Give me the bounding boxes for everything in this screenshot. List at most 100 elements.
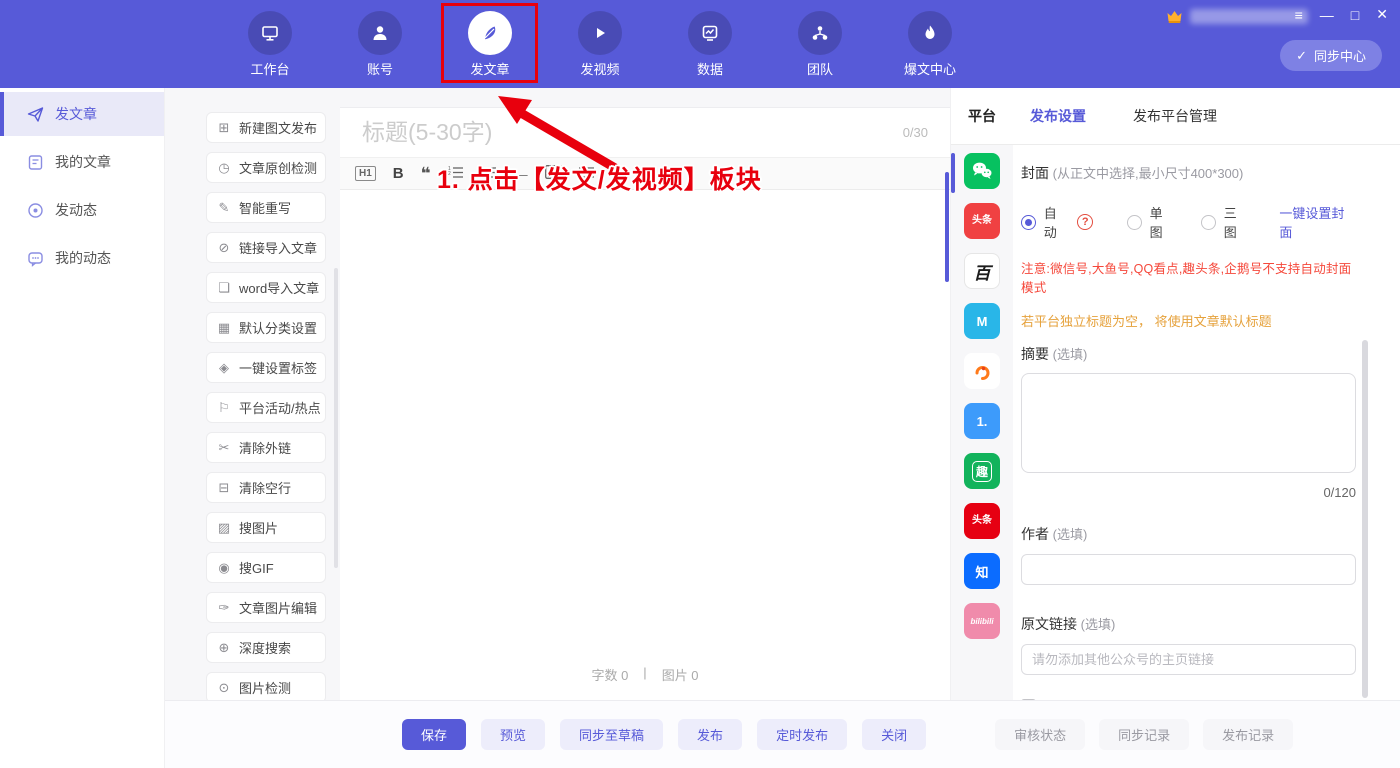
sidebar-item-my-moments[interactable]: 我的动态	[0, 236, 164, 280]
blockquote-icon[interactable]: ❝	[421, 169, 431, 179]
nav-item-team[interactable]: 团队	[765, 11, 875, 78]
smart-rewrite-icon: ✎	[217, 200, 231, 216]
publish-form: 发布设置 发布平台管理 封面 (从正文中选择,最小尺寸400*300) 自动 ?…	[1013, 88, 1400, 700]
tag-icon: ◈	[217, 360, 231, 376]
platform-glyph: 百	[974, 259, 991, 284]
platform-zhihu-icon[interactable]: 知	[964, 553, 1000, 589]
sidebar-item-label: 发动态	[55, 200, 97, 220]
sync-to-draft-button[interactable]: 同步至草稿	[560, 719, 663, 750]
source-link-input[interactable]	[1021, 644, 1356, 675]
sidebar-item-my-articles[interactable]: 我的文章	[0, 140, 164, 184]
tool-set-tags-button[interactable]: ◈一键设置标签	[206, 352, 326, 383]
platform-yidian-icon[interactable]: 1.	[964, 403, 1000, 439]
editor-scrollbar[interactable]	[945, 172, 949, 282]
tool-image-editor-button[interactable]: ✑文章图片编辑	[206, 592, 326, 623]
tool-deep-search-button[interactable]: ⊕深度搜索	[206, 632, 326, 663]
tool-image-check-button[interactable]: ⊙图片检测	[206, 672, 326, 703]
nav-item-publish-video[interactable]: 发视频	[545, 11, 655, 78]
radio-single-image[interactable]	[1127, 215, 1142, 230]
platform-qutoutiao-icon[interactable]: 趣	[964, 453, 1000, 489]
summary-textarea[interactable]	[1021, 373, 1356, 473]
platform-toutiao-icon[interactable]: 头条	[964, 203, 1000, 239]
radio-three-images-label[interactable]: 三图	[1224, 203, 1250, 241]
tool-search-gif-button[interactable]: ◉搜GIF	[206, 552, 326, 583]
nav-item-hot-center[interactable]: 爆文中心	[875, 11, 985, 78]
tool-label: 智能重写	[239, 198, 291, 217]
summary-counter: 0/120	[1021, 485, 1356, 500]
author-input[interactable]	[1021, 554, 1356, 585]
nav-item-data[interactable]: 数据	[655, 11, 765, 78]
radio-auto-label[interactable]: 自动	[1044, 203, 1070, 241]
summary-label: 摘要	[1021, 346, 1049, 362]
preview-button[interactable]: 预览	[481, 719, 545, 750]
nav-label: 工作台	[215, 59, 325, 78]
tool-platform-activity-button[interactable]: ⚐平台活动/热点	[206, 392, 326, 423]
platform-rail-header: 平台	[951, 88, 1013, 145]
radio-auto[interactable]	[1021, 215, 1036, 230]
nav-item-account[interactable]: 账号	[325, 11, 435, 78]
platform-glyph: M	[977, 314, 988, 329]
close-button[interactable]: 关闭	[862, 719, 926, 750]
close-icon[interactable]: ✕	[1376, 6, 1388, 23]
heading-icon[interactable]: H1	[355, 166, 376, 181]
remove-links-icon: ✂	[217, 440, 231, 456]
app-menu-icon[interactable]: ≡	[1295, 7, 1303, 23]
help-icon[interactable]: ?	[1077, 214, 1093, 230]
tool-originality-check-button[interactable]: ◷文章原创检测	[206, 152, 326, 183]
sidebar-item-publish-moment[interactable]: 发动态	[0, 188, 164, 232]
tool-remove-external-links-button[interactable]: ✂清除外链	[206, 432, 326, 463]
publish-button[interactable]: 发布	[678, 719, 742, 750]
tool-search-image-button[interactable]: ▨搜图片	[206, 512, 326, 543]
bold-icon[interactable]: B	[393, 165, 404, 182]
horizontal-rule-icon[interactable]: —	[514, 166, 528, 182]
unordered-list-icon[interactable]	[481, 165, 497, 182]
settings-scrollbar[interactable]	[1362, 340, 1368, 698]
platform-wechat-icon[interactable]	[964, 153, 1000, 189]
platform-baijiahao-icon[interactable]: 百	[964, 253, 1000, 289]
sync-history-button[interactable]: 同步记录	[1099, 719, 1189, 750]
maximize-icon[interactable]: □	[1351, 7, 1359, 23]
platform-dongfang-toutiao-icon[interactable]: 头条	[964, 503, 1000, 539]
align-icon[interactable]	[579, 165, 595, 182]
sync-center-button[interactable]: ✓ 同步中心	[1280, 40, 1382, 71]
import-link-icon: ⊘	[217, 240, 231, 256]
author-label: 作者	[1021, 526, 1049, 542]
platform-glyph: 趣	[972, 461, 992, 482]
sidebar-item-label: 发文章	[55, 104, 97, 124]
tool-default-category-button[interactable]: ▦默认分类设置	[206, 312, 326, 343]
team-icon	[798, 11, 842, 55]
publish-history-button[interactable]: 发布记录	[1203, 719, 1293, 750]
one-click-cover-link[interactable]: 一键设置封面	[1279, 203, 1356, 241]
platform-bilibili-icon[interactable]: bilibili	[964, 603, 1000, 639]
tool-import-word-button[interactable]: ❏word导入文章	[206, 272, 326, 303]
minimize-icon[interactable]: —	[1320, 7, 1334, 23]
tool-remove-empty-lines-button[interactable]: ⊟清除空行	[206, 472, 326, 503]
platform-glyph: 头条	[972, 516, 992, 527]
tool-smart-rewrite-button[interactable]: ✎ 智能重写	[206, 192, 326, 223]
cover-label: 封面	[1021, 165, 1049, 181]
tools-scrollbar[interactable]	[334, 268, 338, 568]
platform-m-icon[interactable]: M	[964, 303, 1000, 339]
article-title-input[interactable]	[362, 119, 903, 146]
schedule-publish-button[interactable]: 定时发布	[757, 719, 847, 750]
radio-single-image-label[interactable]: 单图	[1150, 203, 1176, 241]
tab-publish-settings[interactable]: 发布设置	[1030, 106, 1086, 144]
sidebar-item-publish-article[interactable]: 发文章	[0, 92, 164, 136]
tool-new-article-button[interactable]: ⊞新建图文发布	[206, 112, 326, 143]
radio-three-images[interactable]	[1201, 215, 1216, 230]
nav-item-workbench[interactable]: 工作台	[215, 11, 325, 78]
tool-import-link-button[interactable]: ⊘链接导入文章	[206, 232, 326, 263]
platform-dayuhao-icon[interactable]	[964, 353, 1000, 389]
article-editor: 0/30 H1 B ❝ 12 — 字数 0 | 图片 0	[340, 107, 950, 700]
summary-section: 摘要 (选填)	[1021, 344, 1356, 364]
user-account-area[interactable]	[1166, 9, 1308, 24]
ordered-list-icon[interactable]: 12	[448, 165, 464, 182]
nav-item-publish-article[interactable]: 发文章	[435, 11, 545, 78]
save-button[interactable]: 保存	[402, 719, 466, 750]
insert-image-icon[interactable]	[545, 165, 562, 182]
review-status-button[interactable]: 审核状态	[995, 719, 1085, 750]
editor-content[interactable]	[340, 191, 942, 650]
tab-platform-management[interactable]: 发布平台管理	[1133, 106, 1217, 144]
platform-glyph: 1.	[977, 414, 988, 429]
nav-label: 数据	[655, 59, 765, 78]
